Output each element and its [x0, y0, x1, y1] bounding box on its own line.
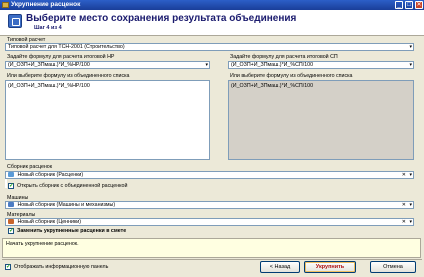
replace-rates-label: Заменить укрупненные расценки в смете	[17, 228, 127, 234]
window-title: Укрупнение расценок	[11, 1, 81, 8]
machine-icon	[8, 202, 14, 208]
type-select[interactable]: Типовой расчет для ТСН-2001 (Строительст…	[5, 43, 414, 51]
machines-value: Новый сборник (Машины и механизмы)	[17, 202, 116, 208]
app-icon	[2, 2, 9, 8]
sp-formula-input[interactable]: (И_ОЗП+И_ЗПмаш.)*И_%СП/100 ▾	[228, 61, 414, 69]
collection-label: Сборник расценок	[7, 164, 53, 170]
sp-formula-label: Задайте формулу для расчета итоговой СП	[230, 54, 338, 60]
list-item[interactable]: (И_ОЗП+И_ЗПмаш.)*И_%СП/100	[231, 83, 411, 89]
hr-formula-list[interactable]: (И_ОЗП+И_ЗПмаш.)*И_%НР/100	[5, 80, 210, 160]
info-panel-label: Отображать информационную панель	[14, 264, 109, 270]
clear-icon[interactable]: ✕	[402, 202, 406, 208]
collection-select[interactable]: Новый сборник (Расценки) ✕ ▾	[5, 171, 414, 179]
maximize-button[interactable]: □	[405, 1, 413, 9]
chevron-down-icon[interactable]: ▾	[409, 202, 412, 208]
info-panel-checkbox[interactable]: ✓	[5, 264, 11, 270]
chevron-down-icon[interactable]: ▾	[205, 62, 208, 68]
hr-formula-value: (И_ОЗП+И_ЗПмаш.)*И_%НР/100	[8, 62, 90, 68]
info-text: Начать укрупнение расценок.	[6, 241, 79, 247]
chevron-down-icon[interactable]: ▾	[409, 44, 412, 50]
machines-select[interactable]: Новый сборник (Машины и механизмы) ✕ ▾	[5, 201, 414, 209]
type-value: Типовой расчет для ТСН-2001 (Строительст…	[8, 44, 125, 50]
clear-icon[interactable]: ✕	[402, 172, 406, 178]
chevron-down-icon[interactable]: ▾	[409, 219, 412, 225]
replace-rates-checkbox[interactable]: ✓	[8, 228, 14, 234]
clear-icon[interactable]: ✕	[402, 219, 406, 225]
info-panel: Начать укрупнение расценок.	[2, 238, 421, 258]
open-collection-label: Открыть сборник с объединенной расценкой	[17, 183, 128, 189]
materials-value: Новый сборник (Ценники)	[17, 219, 82, 225]
close-button[interactable]: ✕	[415, 1, 423, 9]
sp-list-label: Или выберите формулу из объединенного сп…	[230, 73, 353, 79]
materials-icon	[8, 219, 14, 225]
sp-formula-list[interactable]: (И_ОЗП+И_ЗПмаш.)*И_%СП/100	[228, 80, 414, 160]
minimize-button[interactable]: _	[395, 1, 403, 9]
chevron-down-icon[interactable]: ▾	[409, 62, 412, 68]
chevron-down-icon[interactable]: ▾	[409, 172, 412, 178]
collection-value: Новый сборник (Расценки)	[17, 172, 84, 178]
wizard-title: Выберите место сохранения результата объ…	[26, 13, 297, 24]
open-collection-checkbox[interactable]: ✓	[8, 183, 14, 189]
wizard-step: Шаг 4 из 4	[34, 25, 62, 31]
sp-formula-value: (И_ОЗП+И_ЗПмаш.)*И_%СП/100	[231, 62, 314, 68]
footer-separator	[2, 259, 422, 260]
list-item[interactable]: (И_ОЗП+И_ЗПмаш.)*И_%НР/100	[8, 83, 207, 89]
wizard-icon	[8, 14, 22, 28]
book-icon	[8, 172, 14, 178]
hr-list-label: Или выберите формулу из объединенного сп…	[7, 73, 130, 79]
hr-formula-input[interactable]: (И_ОЗП+И_ЗПмаш.)*И_%НР/100 ▾	[5, 61, 210, 69]
consolidate-button[interactable]: Укрупнить	[304, 261, 356, 273]
back-button[interactable]: < Назад	[260, 261, 300, 273]
cancel-button[interactable]: Отмена	[370, 261, 416, 273]
hr-formula-label: Задайте формулу для расчета итоговой НР	[7, 54, 115, 60]
window-titlebar: Укрупнение расценок	[0, 0, 424, 10]
materials-select[interactable]: Новый сборник (Ценники) ✕ ▾	[5, 218, 414, 226]
